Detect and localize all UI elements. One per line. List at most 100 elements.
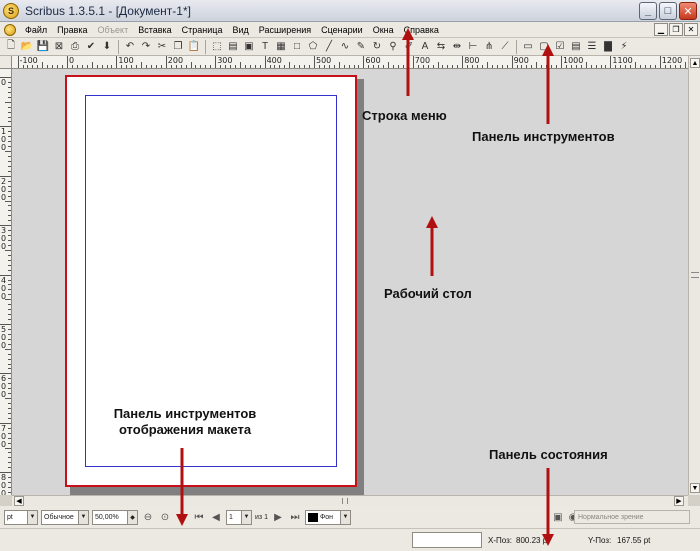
horizontal-scrollbar[interactable]: ◀ ▶ <box>12 495 688 506</box>
image-frame-icon[interactable]: ▣ <box>242 40 256 54</box>
ruler-minor-tick <box>5 200 11 202</box>
ruler-minor-tick <box>684 62 686 68</box>
menu-extras[interactable]: Расширения <box>254 25 316 35</box>
ruler-corner[interactable] <box>0 56 12 69</box>
menu-page[interactable]: Страница <box>177 25 228 35</box>
rotate-icon[interactable]: ↻ <box>370 40 384 54</box>
bezier-icon[interactable]: ∿ <box>338 40 352 54</box>
visual-mode-select[interactable]: Нормальное зрение <box>574 510 690 524</box>
cut-icon[interactable]: ✂ <box>155 40 169 54</box>
table-icon[interactable]: ▦ <box>274 40 288 54</box>
ruler-label: -100 <box>19 56 38 65</box>
zoom-in-icon[interactable]: ⊕ <box>175 510 189 524</box>
scroll-up-icon[interactable]: ▲ <box>690 58 700 68</box>
doc-minimize-button[interactable]: ▁ <box>654 23 668 36</box>
freehand-icon[interactable]: ✎ <box>354 40 368 54</box>
window-controls: _ □ ✕ <box>639 2 697 20</box>
menu-insert[interactable]: Вставка <box>133 25 176 35</box>
vertical-scrollbar[interactable]: ▲ ▼ <box>688 56 700 495</box>
line-icon[interactable]: ╱ <box>322 40 336 54</box>
zoom-out-icon[interactable]: ⊖ <box>141 510 155 524</box>
hscroll-grip-icon[interactable] <box>342 498 348 504</box>
menu-object[interactable]: Объект <box>93 25 134 35</box>
horizontal-ruler[interactable]: -100 0 100 200 300 400 500 600 700 800 900 1000 1100… <box>12 56 688 69</box>
vertical-ruler[interactable]: 0 100 200 300 400 500 600 700 800 <box>0 69 12 495</box>
layer-select[interactable]: Фон ▼ <box>304 509 351 525</box>
polygon-icon[interactable]: ⬠ <box>306 40 320 54</box>
edit-contents-icon[interactable]: ✐ <box>402 40 416 54</box>
ruler-major-tick <box>610 56 612 68</box>
pdf-push-button-icon[interactable]: ▭ <box>521 40 535 54</box>
ruler-minor-tick <box>338 62 340 68</box>
previous-page-icon[interactable]: ◀ <box>209 510 223 524</box>
undo-icon[interactable]: ↶ <box>123 40 137 54</box>
open-icon[interactable]: 📂 <box>20 40 34 54</box>
zoom-icon[interactable]: ⚲ <box>386 40 400 54</box>
menu-scripts[interactable]: Сценарии <box>316 25 368 35</box>
document-window-controls: ▁ ❐ ✕ <box>654 23 698 36</box>
copy-properties-icon[interactable]: ⋔ <box>482 40 496 54</box>
edit-text-icon[interactable]: A <box>418 40 432 54</box>
close-button[interactable]: ✕ <box>679 2 697 20</box>
scribus-logo-icon: S <box>3 2 19 19</box>
scroll-grip-icon[interactable] <box>691 272 699 278</box>
render-frame-icon[interactable]: T <box>258 40 272 54</box>
minimize-button[interactable]: _ <box>639 2 657 20</box>
zoom-input[interactable]: 50,00% ◆ <box>92 509 138 525</box>
print-icon[interactable]: ⎙ <box>68 40 82 54</box>
page-count-label: из 1 <box>255 513 268 521</box>
pdf-checkbox-icon[interactable]: ☑ <box>553 40 567 54</box>
new-document-icon[interactable]: 🗋 <box>4 40 18 54</box>
preview-mode-select[interactable]: Обычное ▼ <box>41 509 89 525</box>
pdf-text-field-icon[interactable]: ▢ <box>537 40 551 54</box>
measure-icon[interactable]: ⊢ <box>466 40 480 54</box>
menu-view[interactable]: Вид <box>227 25 253 35</box>
ruler-label: 0 <box>1 78 7 87</box>
chevron-down-icon: ▼ <box>241 510 251 524</box>
scroll-left-icon[interactable]: ◀ <box>14 496 24 506</box>
doc-close-button[interactable]: ✕ <box>684 23 698 36</box>
ruler-label: 1100 <box>612 56 633 65</box>
next-page-icon[interactable]: ▶ <box>271 510 285 524</box>
preview-toggle-icon[interactable]: ▣ <box>551 510 565 524</box>
maximize-button[interactable]: □ <box>659 2 677 20</box>
ruler-label: 500 <box>1 325 7 350</box>
ruler-minor-tick <box>289 62 291 68</box>
copy-icon[interactable]: ❐ <box>171 40 185 54</box>
menu-file[interactable]: Файл <box>20 25 52 35</box>
pdf-list-box-icon[interactable]: ☰ <box>585 40 599 54</box>
pdf-combo-box-icon[interactable]: ▤ <box>569 40 583 54</box>
document-menu-icon[interactable] <box>4 23 16 36</box>
y-position-label: Y-Поз: <box>588 536 612 545</box>
paste-icon[interactable]: 📋 <box>187 40 201 54</box>
eyedropper-icon[interactable]: ⟋ <box>498 40 512 54</box>
ruler-minor-tick <box>635 62 637 68</box>
menu-windows[interactable]: Окна <box>368 25 399 35</box>
shape-icon[interactable]: □ <box>290 40 304 54</box>
text-frame-icon[interactable]: ▤ <box>226 40 240 54</box>
unlink-frames-icon[interactable]: ⇹ <box>450 40 464 54</box>
title-bar: S Scribus 1.3.5.1 - [Документ-1*] _ □ ✕ <box>0 0 700 22</box>
x-position-value: 800.23 pt <box>516 536 550 545</box>
scroll-down-icon[interactable]: ▼ <box>690 483 700 493</box>
menu-edit[interactable]: Правка <box>52 25 92 35</box>
redo-icon[interactable]: ↷ <box>139 40 153 54</box>
pdf-annotation-icon[interactable]: ▇ <box>601 40 615 54</box>
last-page-icon[interactable]: ⏭ <box>288 510 302 524</box>
preflight-icon[interactable]: ✔ <box>84 40 98 54</box>
first-page-icon[interactable]: ⏮ <box>192 510 206 524</box>
page-number-select[interactable]: 1 ▼ <box>226 509 252 525</box>
unit-select[interactable]: pt ▼ <box>4 509 38 525</box>
close-document-icon[interactable]: ⊠ <box>52 40 66 54</box>
ruler-label: 600 <box>365 56 381 65</box>
scroll-right-icon[interactable]: ▶ <box>674 496 684 506</box>
menu-help[interactable]: Справка <box>399 25 444 35</box>
select-icon[interactable]: ⬚ <box>210 40 224 54</box>
pdf-export-icon[interactable]: ⬇ <box>100 40 114 54</box>
doc-restore-button[interactable]: ❐ <box>669 23 683 36</box>
zoom-100-icon[interactable]: ⊙ <box>158 510 172 524</box>
link-frames-icon[interactable]: ⇆ <box>434 40 448 54</box>
ruler-major-tick <box>511 56 513 68</box>
save-icon[interactable]: 💾 <box>36 40 50 54</box>
pdf-link-icon[interactable]: ⚡ <box>617 40 631 54</box>
